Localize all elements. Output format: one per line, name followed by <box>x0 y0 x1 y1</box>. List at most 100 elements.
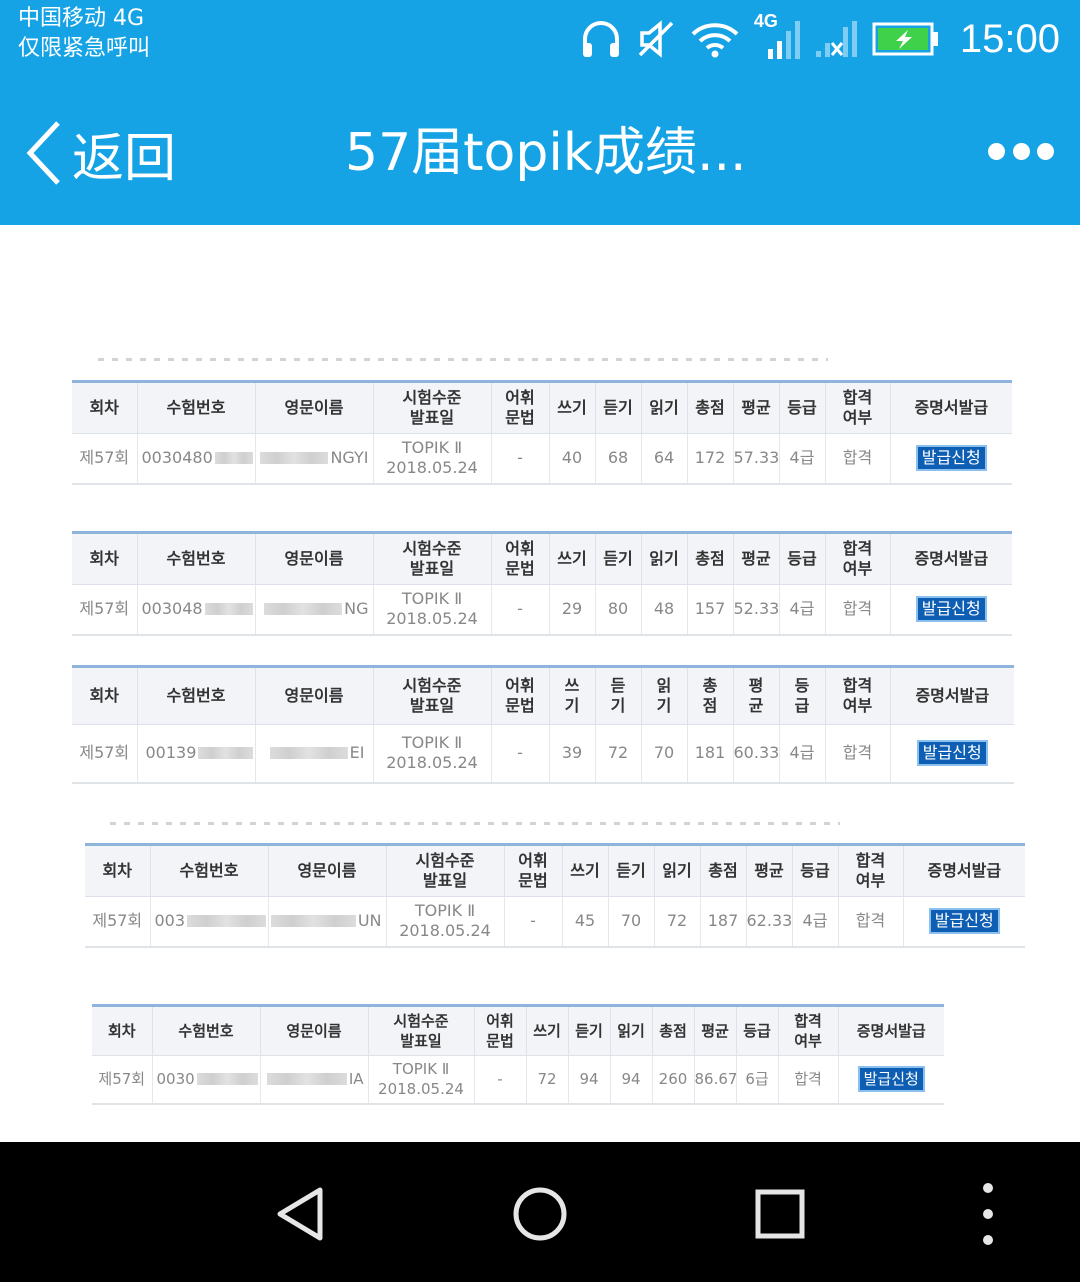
clock: 15:00 <box>959 16 1060 61</box>
col-average: 평균 <box>733 666 780 725</box>
cell-eng-name: EI <box>255 724 374 783</box>
col-eng-name: 영문이름 <box>255 532 374 585</box>
table-row: 제57회 00139 EI TOPIK Ⅱ 2018.05.24 - 39 72 … <box>72 724 1014 783</box>
cell-total: 260 <box>652 1055 695 1104</box>
col-exam-no: 수험번호 <box>152 1005 261 1056</box>
issue-certificate-button[interactable]: 발급신청 <box>915 445 987 472</box>
col-vocab: 어휘 문법 <box>504 844 563 897</box>
table-header-row: 회차 수험번호 영문이름 시험수준 발표일 어휘 문법 쓰기 듣기 읽기 총점 평균… <box>72 532 1012 585</box>
cropped-text-fragment <box>98 358 828 361</box>
col-average: 평균 <box>733 381 780 434</box>
cell-vocab: - <box>504 896 563 947</box>
cell-writing: 39 <box>549 724 596 783</box>
cell-writing: 29 <box>549 584 596 635</box>
cell-level: TOPIK Ⅱ 2018.05.24 <box>373 433 492 484</box>
col-round: 회차 <box>72 532 138 585</box>
col-listening: 듣기 <box>595 381 642 434</box>
chevron-left-icon <box>26 121 60 185</box>
col-pass: 합격 여부 <box>778 1005 839 1056</box>
col-pass: 합격 여부 <box>825 666 891 725</box>
issue-certificate-button[interactable]: 발급신청 <box>928 908 1000 935</box>
col-pass: 합격 여부 <box>825 532 891 585</box>
cell-total: 172 <box>687 433 734 484</box>
recents-square-icon[interactable] <box>748 1182 812 1246</box>
table-header-row: 회차 수험번호 영문이름 시험수준 발표일 어휘 문법 쓰기 듣기 읽기 총점 평균… <box>85 844 1025 897</box>
col-pass: 합격 여부 <box>825 381 891 434</box>
cell-listening: 80 <box>595 584 642 635</box>
col-vocab: 어휘 문법 <box>491 381 550 434</box>
table-header-row: 회차 수험번호 영문이름 시험수준 발표일 어휘 문법 쓰기 듣기 읽기 총점 평균… <box>72 666 1014 725</box>
col-round: 회차 <box>72 666 138 725</box>
carrier-info: 中国移动 4G 仅限紧急呼叫 <box>18 4 150 64</box>
issue-certificate-button[interactable]: 발급신청 <box>916 740 988 767</box>
cell-vocab: - <box>491 433 550 484</box>
cell-exam-no: 00139 <box>137 724 256 783</box>
col-writing: 쓰기 <box>549 381 596 434</box>
col-certificate: 증명서발급 <box>903 844 1025 897</box>
cropped-text-fragment <box>110 822 840 825</box>
col-level: 시험수준 발표일 <box>368 1005 475 1056</box>
col-listening: 듣기 <box>595 666 642 725</box>
cell-listening: 68 <box>595 433 642 484</box>
cell-pass: 합격 <box>838 896 904 947</box>
cell-average: 86.67 <box>694 1055 737 1104</box>
headphones-icon <box>582 21 619 57</box>
col-total: 총점 <box>687 666 734 725</box>
status-bar: 中国移动 4G 仅限紧急呼叫 4G 15:00 <box>0 0 1080 80</box>
col-grade: 등급 <box>792 844 839 897</box>
col-total: 총점 <box>652 1005 695 1056</box>
score-table-3: 회차 수험번호 영문이름 시험수준 발표일 어휘 문법 쓰기 듣기 읽기 총점 평균… <box>72 665 1014 784</box>
more-icon <box>1037 142 1054 160</box>
col-average: 평균 <box>746 844 793 897</box>
mute-icon <box>638 20 674 58</box>
col-listening: 듣기 <box>595 532 642 585</box>
col-exam-no: 수험번호 <box>137 381 256 434</box>
cell-average: 57.33 <box>733 433 780 484</box>
col-round: 회차 <box>85 844 151 897</box>
col-grade: 등급 <box>779 532 826 585</box>
home-circle-icon[interactable] <box>508 1182 572 1246</box>
table-header-row: 회차 수험번호 영문이름 시험수준 발표일 어휘 문법 쓰기 듣기 읽기 총점 평균… <box>92 1005 944 1056</box>
col-reading: 읽기 <box>610 1005 653 1056</box>
cell-grade: 6급 <box>736 1055 779 1104</box>
cell-grade: 4급 <box>779 724 826 783</box>
col-level: 시험수준 발표일 <box>386 844 505 897</box>
col-exam-no: 수험번호 <box>137 666 256 725</box>
issue-certificate-button[interactable]: 발급신청 <box>915 596 987 623</box>
col-listening: 듣기 <box>608 844 655 897</box>
more-button[interactable] <box>988 138 1054 164</box>
col-vocab: 어휘 문법 <box>491 666 550 725</box>
cell-average: 62.33 <box>746 896 793 947</box>
col-certificate: 증명서발급 <box>890 381 1012 434</box>
back-button[interactable]: 返回 <box>22 118 176 189</box>
cell-level: TOPIK Ⅱ 2018.05.24 <box>368 1055 475 1104</box>
cell-level: TOPIK Ⅱ 2018.05.24 <box>386 896 505 947</box>
col-reading: 읽기 <box>654 844 701 897</box>
cell-total: 181 <box>687 724 734 783</box>
title-bar: 返回 57届topik成绩... <box>0 80 1080 225</box>
cell-writing: 72 <box>526 1055 569 1104</box>
cell-level: TOPIK Ⅱ 2018.05.24 <box>373 724 492 783</box>
col-writing: 쓰기 <box>526 1005 569 1056</box>
col-average: 평균 <box>733 532 780 585</box>
cell-grade: 4급 <box>779 584 826 635</box>
cell-certificate: 발급신청 <box>838 1056 944 1104</box>
table-row: 제57회 0030480 NGYI TOPIK Ⅱ 2018.05.24 - 40… <box>72 433 1012 484</box>
cell-certificate: 발급신청 <box>890 585 1012 635</box>
col-round: 회차 <box>92 1005 153 1056</box>
cell-total: 187 <box>700 896 747 947</box>
cell-round: 제57회 <box>92 1055 153 1104</box>
more-icon <box>1012 142 1030 160</box>
col-certificate: 증명서발급 <box>838 1005 944 1056</box>
col-listening: 듣기 <box>568 1005 611 1056</box>
menu-dots-icon[interactable] <box>956 1182 1020 1246</box>
cell-listening: 70 <box>608 896 655 947</box>
cell-certificate: 발급신청 <box>903 897 1025 947</box>
col-reading: 읽기 <box>641 381 688 434</box>
back-triangle-icon[interactable] <box>270 1182 334 1246</box>
col-pass: 합격 여부 <box>838 844 904 897</box>
cell-exam-no: 0030 <box>152 1055 261 1104</box>
cell-grade: 4급 <box>792 896 839 947</box>
issue-certificate-button[interactable]: 발급신청 <box>857 1066 925 1093</box>
col-eng-name: 영문이름 <box>260 1005 369 1056</box>
